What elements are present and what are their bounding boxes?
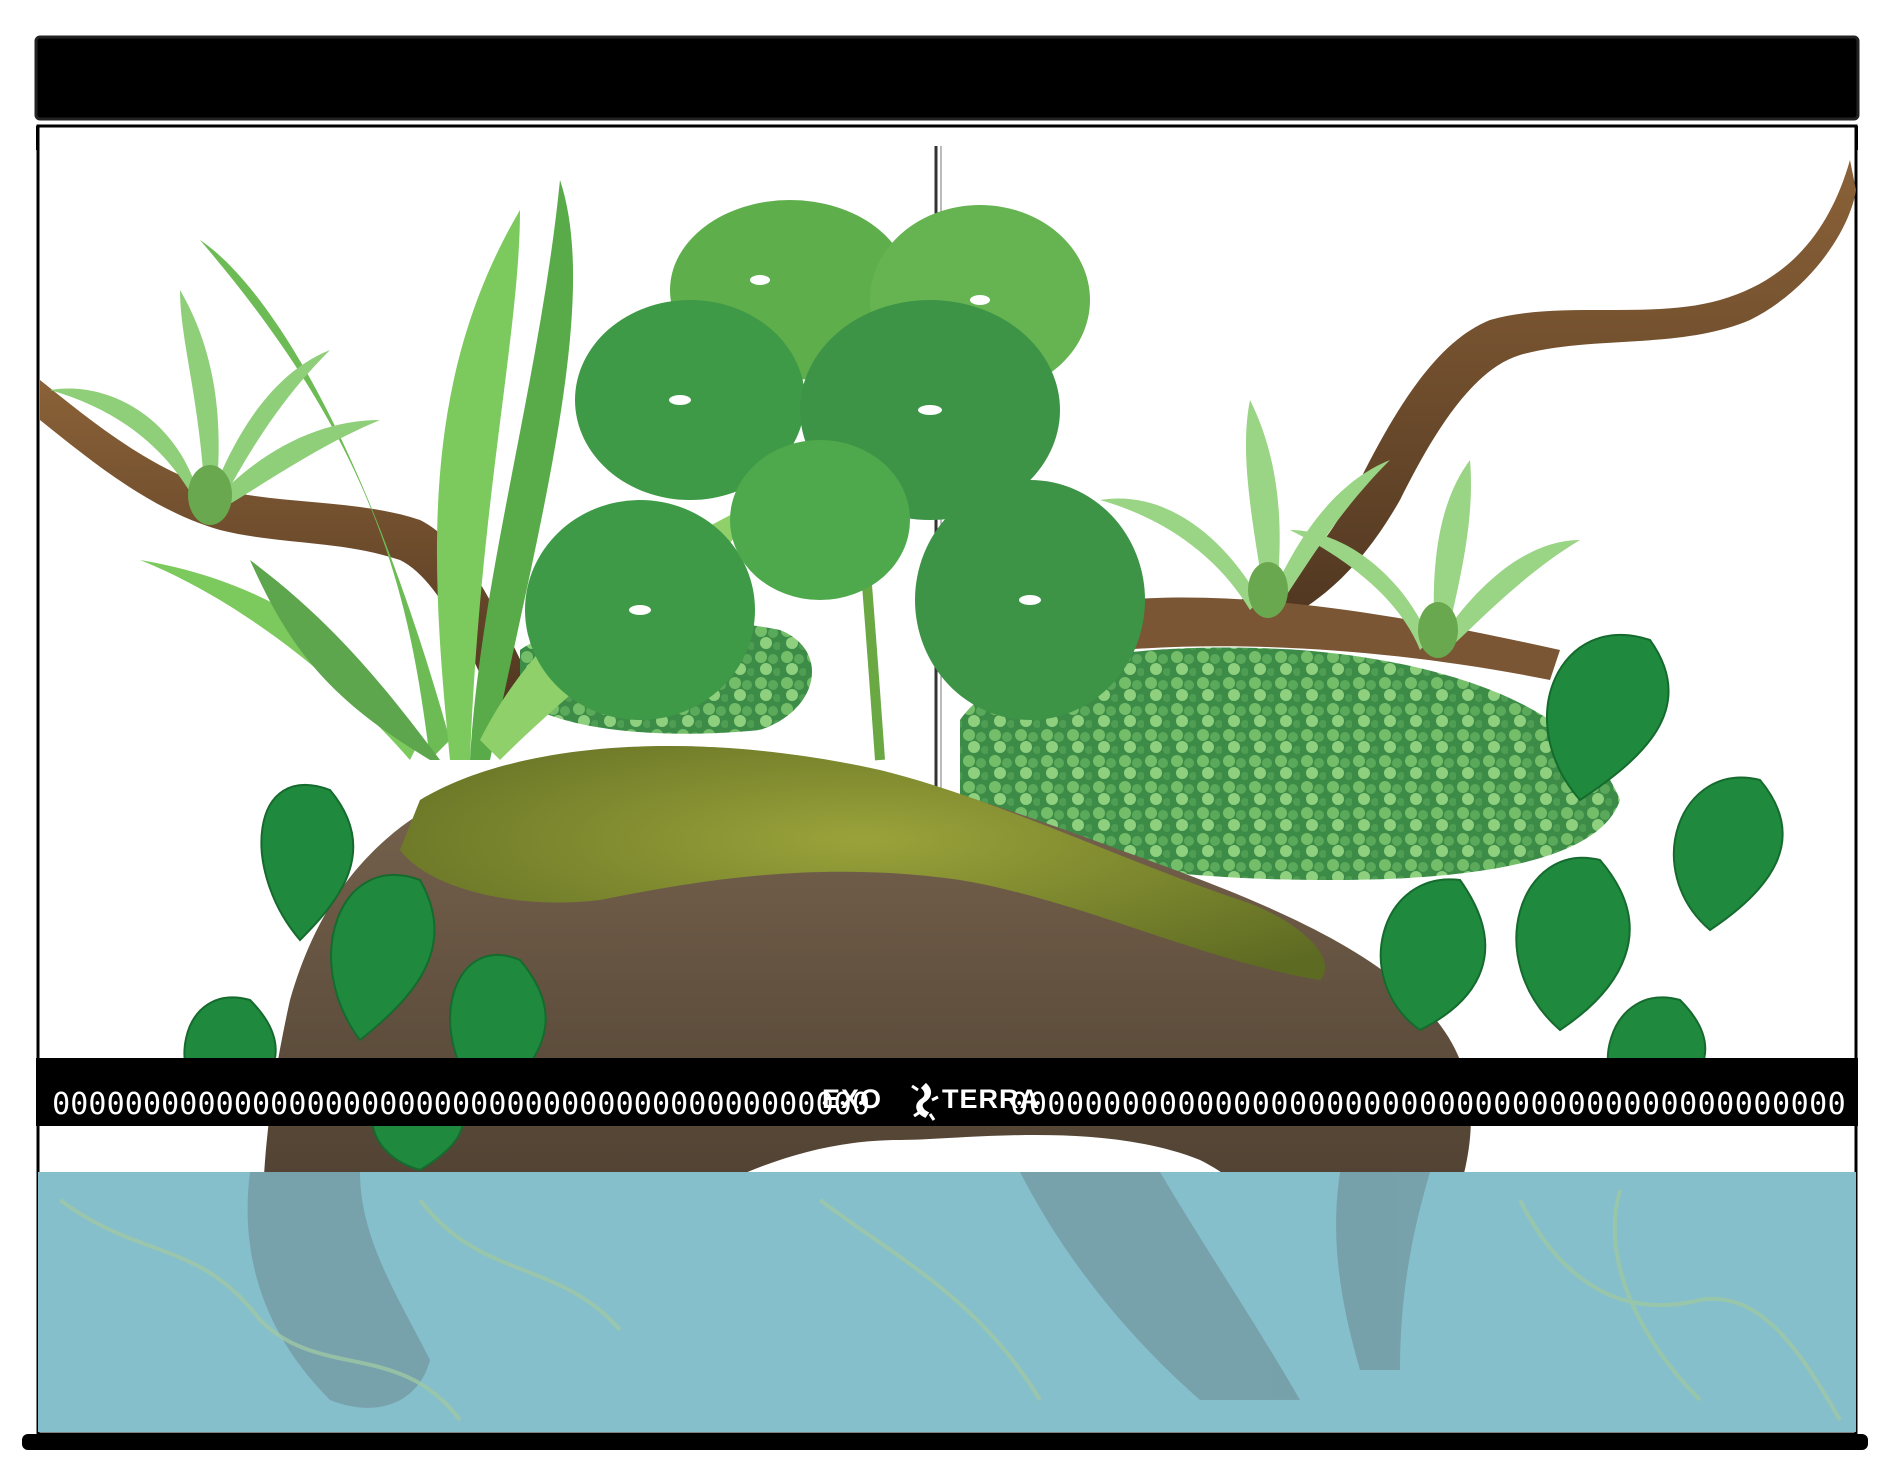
vent-slot: 0 <box>288 1087 306 1122</box>
vent-slot: 0 <box>506 1087 524 1122</box>
vent-slot: 0 <box>1772 1087 1790 1122</box>
vent-slot: 0 <box>1085 1087 1103 1122</box>
vent-slot: 0 <box>270 1087 288 1122</box>
vent-slot: 0 <box>1140 1087 1158 1122</box>
vent-slot: 0 <box>1828 1087 1846 1122</box>
vent-slots-left: 0000000000000000000000000000000000000000… <box>52 1087 870 1122</box>
vent-slot: 0 <box>743 1087 761 1122</box>
vent-slot: 0 <box>688 1087 706 1122</box>
vent-slot: 0 <box>779 1087 797 1122</box>
vent-slot: 0 <box>1549 1087 1567 1122</box>
vent-slot: 0 <box>452 1087 470 1122</box>
vent-slot: 0 <box>397 1087 415 1122</box>
vent-slot: 0 <box>1642 1087 1660 1122</box>
vent-slot: 0 <box>543 1087 561 1122</box>
vent-slot: 0 <box>1568 1087 1586 1122</box>
vent-slot: 0 <box>1438 1087 1456 1122</box>
top-lid <box>34 35 1860 121</box>
vent-slot: 0 <box>1475 1087 1493 1122</box>
vent-slot: 0 <box>125 1087 143 1122</box>
vent-slot: 0 <box>1698 1087 1716 1122</box>
vent-slot: 0 <box>52 1087 70 1122</box>
vent-slot: 0 <box>1252 1087 1270 1122</box>
vent-slot: 0 <box>1326 1087 1344 1122</box>
vent-slot: 0 <box>1623 1087 1641 1122</box>
vent-slot: 0 <box>488 1087 506 1122</box>
vent-slot: 0 <box>70 1087 88 1122</box>
brand-name-right: TERRA <box>942 1084 1040 1114</box>
vent-slot: 0 <box>1177 1087 1195 1122</box>
vent-slot: 0 <box>579 1087 597 1122</box>
vent-slot: 0 <box>1419 1087 1437 1122</box>
vent-slot: 0 <box>1159 1087 1177 1122</box>
vent-slot: 0 <box>561 1087 579 1122</box>
vent-slot: 0 <box>1307 1087 1325 1122</box>
vent-slots-right: 0000000000000000000000000000000000000000… <box>1010 1087 1845 1122</box>
vent-slot: 0 <box>1809 1087 1827 1122</box>
vent-slot: 0 <box>143 1087 161 1122</box>
vent-slot: 0 <box>216 1087 234 1122</box>
vent-slot: 0 <box>1233 1087 1251 1122</box>
vent-slot: 0 <box>1735 1087 1753 1122</box>
vent-slot: 0 <box>1456 1087 1474 1122</box>
vent-slot: 0 <box>761 1087 779 1122</box>
vent-slot: 0 <box>179 1087 197 1122</box>
vent-slot: 0 <box>434 1087 452 1122</box>
vent-slot: 0 <box>197 1087 215 1122</box>
vent-slot: 0 <box>1679 1087 1697 1122</box>
vent-slot: 0 <box>1196 1087 1214 1122</box>
vent-slot: 0 <box>361 1087 379 1122</box>
vent-slot: 0 <box>616 1087 634 1122</box>
vent-slot: 0 <box>1512 1087 1530 1122</box>
vent-slot: 0 <box>1345 1087 1363 1122</box>
vent-slot: 0 <box>525 1087 543 1122</box>
vent-slot: 0 <box>161 1087 179 1122</box>
vent-slot: 0 <box>725 1087 743 1122</box>
vent-slot: 0 <box>1716 1087 1734 1122</box>
vent-slot: 0 <box>1753 1087 1771 1122</box>
brand-name-left: EXO <box>822 1084 882 1114</box>
vent-slot: 0 <box>107 1087 125 1122</box>
terrarium-scene: 0000000000000000000000000000000000000000… <box>22 35 1868 1450</box>
vent-slot: 0 <box>416 1087 434 1122</box>
vent-slot: 0 <box>1270 1087 1288 1122</box>
vent-slot: 0 <box>706 1087 724 1122</box>
vent-slot: 0 <box>307 1087 325 1122</box>
vent-slot: 0 <box>1382 1087 1400 1122</box>
vent-slot: 0 <box>1363 1087 1381 1122</box>
vent-slot: 0 <box>1791 1087 1809 1122</box>
vent-slot: 0 <box>470 1087 488 1122</box>
vent-slot: 0 <box>379 1087 397 1122</box>
vent-slot: 0 <box>1103 1087 1121 1122</box>
base-frame <box>22 1434 1868 1450</box>
vent-slot: 0 <box>1530 1087 1548 1122</box>
vent-slot: 0 <box>1400 1087 1418 1122</box>
vent-slot: 0 <box>1493 1087 1511 1122</box>
vent-slot: 0 <box>252 1087 270 1122</box>
vent-slot: 0 <box>234 1087 252 1122</box>
vent-slot: 0 <box>325 1087 343 1122</box>
vent-slot: 0 <box>670 1087 688 1122</box>
vent-slot: 0 <box>1047 1087 1065 1122</box>
vent-slot: 0 <box>343 1087 361 1122</box>
vent-slot: 0 <box>1586 1087 1604 1122</box>
vent-slot: 0 <box>1215 1087 1233 1122</box>
vent-slot: 0 <box>634 1087 652 1122</box>
vent-slot: 0 <box>88 1087 106 1122</box>
vent-slot: 0 <box>1066 1087 1084 1122</box>
vent-slot: 0 <box>597 1087 615 1122</box>
vent-slot: 0 <box>1605 1087 1623 1122</box>
vent-slot: 0 <box>652 1087 670 1122</box>
vent-slot: 0 <box>1122 1087 1140 1122</box>
vent-slot: 0 <box>1660 1087 1678 1122</box>
vent-slot: 0 <box>1289 1087 1307 1122</box>
vent-slot: 0 <box>797 1087 815 1122</box>
